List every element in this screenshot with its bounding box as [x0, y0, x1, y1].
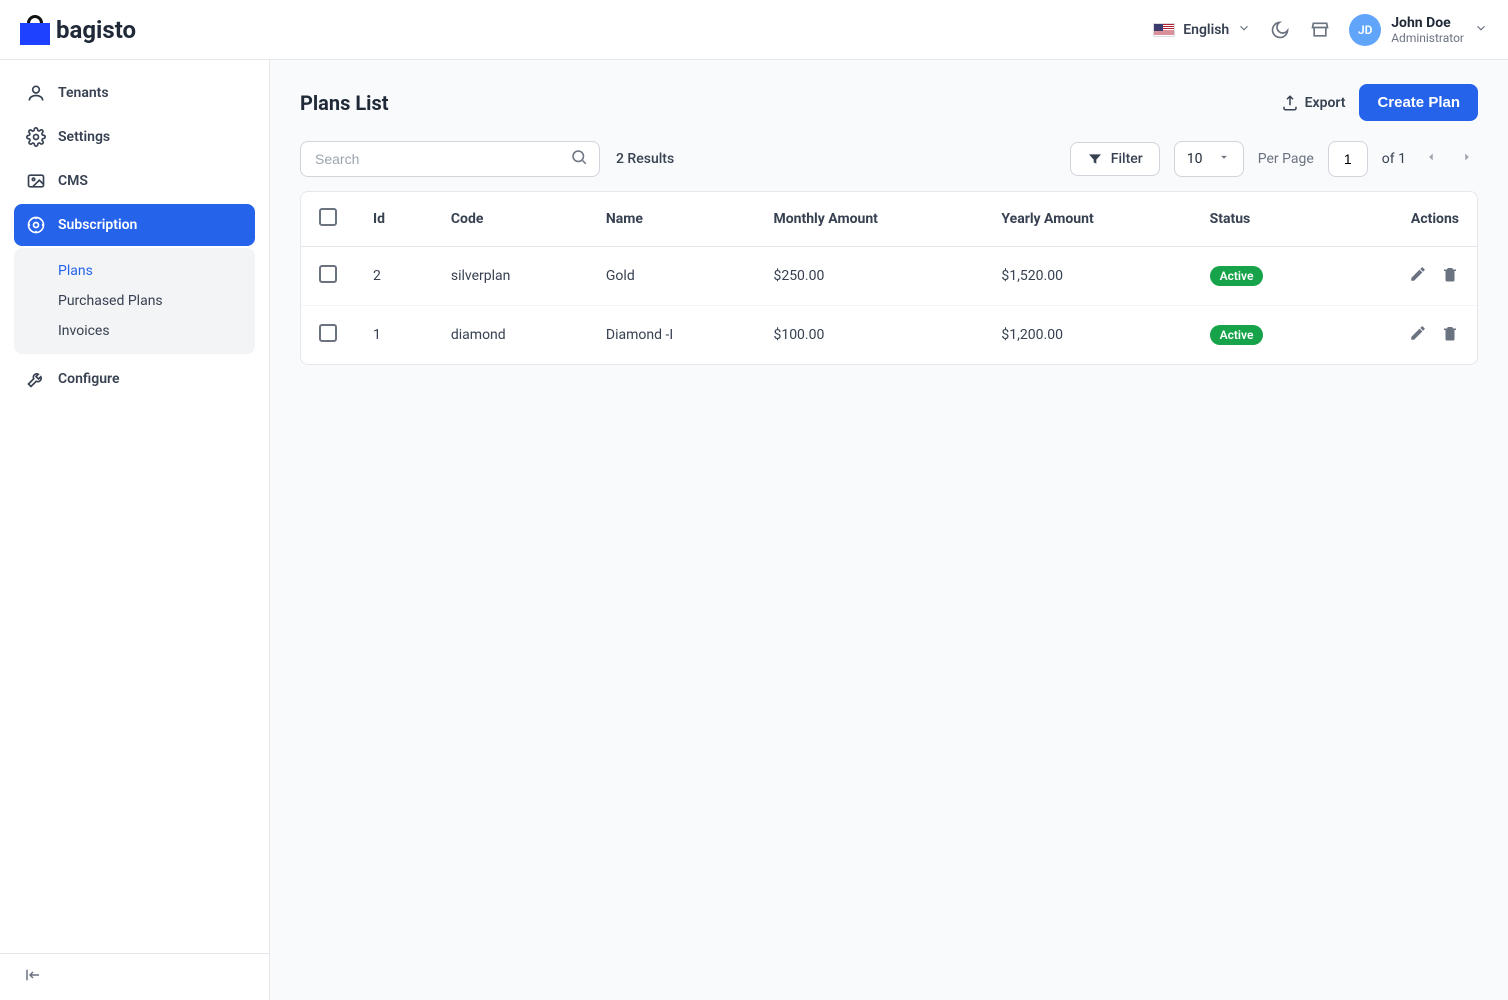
image-icon — [26, 171, 46, 191]
sidebar: Tenants Settings CMS Subscription Plans — [0, 60, 270, 1000]
table-row: 2 silverplan Gold $250.00 $1,520.00 Acti… — [301, 247, 1477, 306]
bag-icon — [20, 15, 50, 45]
filter-icon — [1087, 151, 1103, 167]
create-plan-button[interactable]: Create Plan — [1359, 84, 1478, 121]
cell-monthly: $250.00 — [755, 247, 983, 306]
col-actions: Actions — [1337, 192, 1477, 247]
plans-table: Id Code Name Monthly Amount Yearly Amoun… — [300, 191, 1478, 365]
filter-label: Filter — [1111, 151, 1143, 167]
col-yearly[interactable]: Yearly Amount — [983, 192, 1191, 247]
user-menu[interactable]: JD John Doe Administrator — [1349, 14, 1488, 46]
results-count: 2 Results — [616, 151, 674, 167]
table-row: 1 diamond Diamond -I $100.00 $1,200.00 A… — [301, 306, 1477, 365]
sidebar-item-label: Tenants — [58, 85, 109, 101]
row-checkbox[interactable] — [319, 324, 337, 342]
select-all-checkbox[interactable] — [319, 208, 337, 226]
user-icon — [26, 83, 46, 103]
next-page-icon[interactable] — [1456, 150, 1478, 168]
cell-id: 2 — [355, 247, 433, 306]
user-role: Administrator — [1391, 31, 1464, 45]
delete-icon[interactable] — [1441, 324, 1459, 346]
cell-code: diamond — [433, 306, 588, 365]
search-wrap — [300, 141, 600, 177]
subscription-icon — [26, 215, 46, 235]
cell-name: Gold — [588, 247, 756, 306]
status-badge: Active — [1210, 266, 1264, 286]
dark-mode-icon[interactable] — [1269, 19, 1291, 41]
edit-icon[interactable] — [1409, 265, 1427, 287]
cell-yearly: $1,200.00 — [983, 306, 1191, 365]
chevron-down-icon — [1474, 21, 1488, 39]
sidebar-item-label: Subscription — [58, 217, 137, 233]
export-button[interactable]: Export — [1281, 94, 1346, 112]
edit-icon[interactable] — [1409, 324, 1427, 346]
page-title: Plans List — [300, 91, 389, 115]
cell-code: silverplan — [433, 247, 588, 306]
col-name[interactable]: Name — [588, 192, 756, 247]
wrench-icon — [26, 369, 46, 389]
col-monthly[interactable]: Monthly Amount — [755, 192, 983, 247]
page-of-text: of 1 — [1382, 151, 1406, 167]
subnav-item-invoices[interactable]: Invoices — [14, 316, 255, 346]
export-label: Export — [1305, 95, 1346, 111]
language-label: English — [1183, 22, 1229, 38]
cell-yearly: $1,520.00 — [983, 247, 1191, 306]
col-status[interactable]: Status — [1192, 192, 1338, 247]
gear-icon — [26, 127, 46, 147]
collapse-sidebar-icon[interactable] — [24, 972, 42, 988]
per-page-label: Per Page — [1258, 151, 1314, 167]
sidebar-item-settings[interactable]: Settings — [14, 116, 255, 158]
status-badge: Active — [1210, 325, 1264, 345]
cell-monthly: $100.00 — [755, 306, 983, 365]
brand-logo[interactable]: bagisto — [20, 15, 136, 45]
header-controls: English JD John Doe Administrator — [1153, 14, 1488, 46]
col-code[interactable]: Code — [433, 192, 588, 247]
sidebar-item-tenants[interactable]: Tenants — [14, 72, 255, 114]
sidebar-item-cms[interactable]: CMS — [14, 160, 255, 202]
cell-name: Diamond -I — [588, 306, 756, 365]
per-page-value: 10 — [1187, 151, 1203, 167]
col-id[interactable]: Id — [355, 192, 433, 247]
per-page-select[interactable]: 10 — [1174, 141, 1244, 177]
user-name: John Doe — [1391, 15, 1464, 31]
store-icon[interactable] — [1309, 19, 1331, 41]
chevron-down-icon — [1237, 21, 1251, 39]
sidebar-item-subscription[interactable]: Subscription — [14, 204, 255, 246]
subnav-item-purchased-plans[interactable]: Purchased Plans — [14, 286, 255, 316]
flag-icon — [1153, 23, 1175, 37]
caret-down-icon — [1217, 150, 1231, 168]
language-selector[interactable]: English — [1153, 21, 1251, 39]
prev-page-icon[interactable] — [1420, 150, 1442, 168]
sidebar-subnav: Plans Purchased Plans Invoices — [14, 248, 255, 354]
sidebar-item-label: Configure — [58, 371, 119, 387]
delete-icon[interactable] — [1441, 265, 1459, 287]
main-content: Plans List Export Create Plan 2 Results — [270, 60, 1508, 1000]
avatar: JD — [1349, 14, 1381, 46]
sidebar-item-label: Settings — [58, 129, 110, 145]
brand-name: bagisto — [56, 16, 136, 44]
app-header: bagisto English JD John Doe Administrato… — [0, 0, 1508, 60]
filter-button[interactable]: Filter — [1070, 142, 1160, 176]
search-icon[interactable] — [570, 148, 588, 170]
subnav-item-plans[interactable]: Plans — [14, 256, 255, 286]
cell-id: 1 — [355, 306, 433, 365]
row-checkbox[interactable] — [319, 265, 337, 283]
sidebar-item-configure[interactable]: Configure — [14, 358, 255, 400]
user-meta: John Doe Administrator — [1391, 15, 1464, 45]
sidebar-item-label: CMS — [58, 173, 88, 189]
page-input[interactable] — [1328, 141, 1368, 177]
search-input[interactable] — [300, 141, 600, 177]
export-icon — [1281, 94, 1299, 112]
